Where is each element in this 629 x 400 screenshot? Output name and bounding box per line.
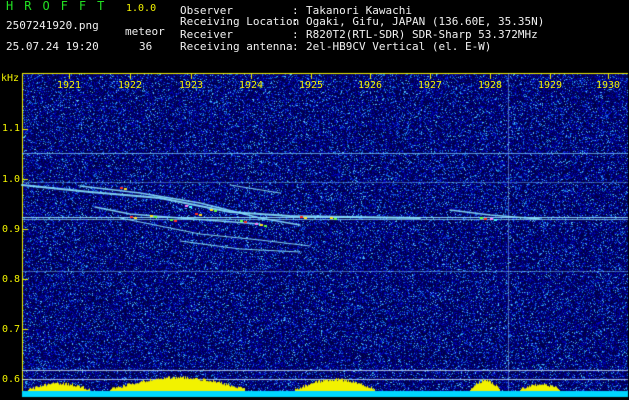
time-tick-label: 1921 [56, 80, 82, 91]
receiver-separator: : [292, 28, 299, 41]
antenna-separator: : [292, 40, 299, 53]
freq-tick-label: 1.0 [2, 174, 21, 185]
meteor-label: meteor [125, 25, 165, 38]
meteor-count: 36 [139, 40, 153, 53]
file-name: 2507241920.png [6, 19, 99, 32]
time-tick-label: 1927 [417, 80, 443, 91]
time-tick-label: 1930 [595, 80, 621, 91]
freq-tick-label: 0.8 [2, 274, 21, 285]
time-tick-label: 1926 [357, 80, 383, 91]
date-time: 25.07.24 19:20 [6, 40, 99, 53]
antenna-label: Receiving antenna [180, 40, 293, 53]
frequency-unit-label: kHz [1, 73, 20, 84]
time-tick-label: 1924 [238, 80, 264, 91]
location-separator: : [292, 15, 299, 28]
time-tick-label: 1925 [298, 80, 324, 91]
freq-tick-label: 0.7 [2, 324, 21, 335]
time-tick-label: 1929 [537, 80, 563, 91]
location-value: Ogaki, Gifu, JAPAN (136.60E, 35.35N) [306, 15, 545, 28]
spectrogram-canvas [0, 0, 629, 400]
freq-tick-label: 0.9 [2, 224, 21, 235]
receiver-value: R820T2(RTL-SDR) SDR-Sharp 53.372MHz [306, 28, 538, 41]
freq-tick-label: 1.1 [2, 123, 21, 134]
freq-tick-label: 0.6 [2, 374, 21, 385]
time-tick-label: 1922 [117, 80, 143, 91]
antenna-value: 2el-HB9CV Vertical (el. E-W) [306, 40, 492, 53]
app-version: 1.0.0 [126, 3, 157, 14]
time-tick-label: 1923 [178, 80, 204, 91]
app-brand: HROFFT [6, 0, 116, 13]
time-tick-label: 1928 [477, 80, 503, 91]
receiver-label: Receiver [180, 28, 233, 41]
location-label: Receiving Location [180, 15, 300, 28]
